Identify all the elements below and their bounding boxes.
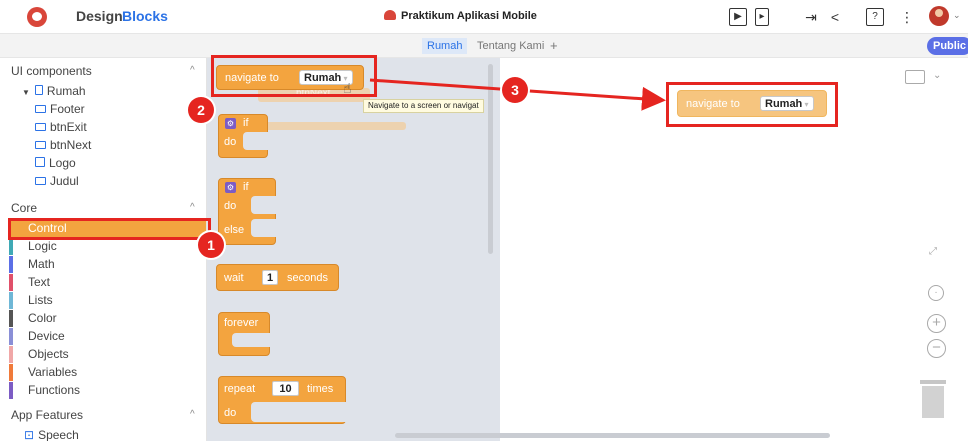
step-badge-1: 1 [198,232,224,258]
step-badge-3: 3 [502,77,528,103]
step-badge-2: 2 [188,97,214,123]
annotation-arrow [369,78,666,111]
